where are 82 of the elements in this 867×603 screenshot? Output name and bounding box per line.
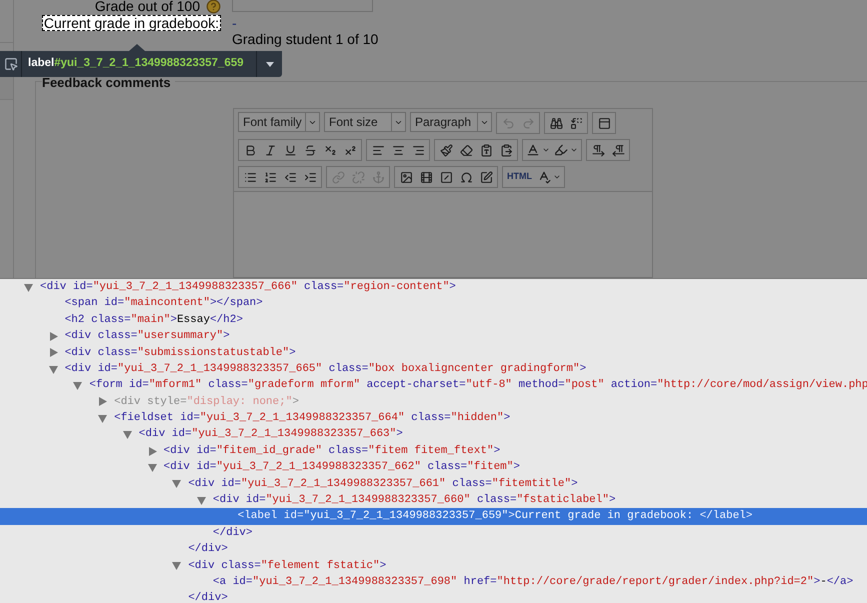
numbered-list-icon — [264, 170, 276, 184]
image-icon — [400, 170, 412, 184]
expand-triangle-icon[interactable] — [48, 348, 58, 358]
current-grade-label: Current grade in gradebook: — [42, 15, 221, 31]
caret-icon — [553, 173, 561, 181]
superscript-icon — [344, 144, 356, 156]
collapse-triangle-icon[interactable] — [122, 430, 132, 440]
collapse-triangle-icon[interactable] — [148, 462, 156, 472]
bullet-list-icon — [244, 170, 256, 184]
dom-node-line[interactable]: <div id="yui_3_7_2_1_1349988323357_663"> — [138, 426, 403, 443]
align-left-icon — [372, 144, 384, 156]
redo-icon — [522, 116, 534, 130]
dom-node-line[interactable]: <div id="yui_3_7_2_1_1349988323357_666" class="region-content"> — [40, 279, 456, 296]
grade-input[interactable] — [232, 0, 373, 12]
undo-icon — [502, 116, 514, 130]
dom-node-line[interactable]: <div id="yui_3_7_2_1_1349988323357_660" class="fstaticlabel"> — [212, 492, 616, 509]
dom-node-line[interactable]: <span id="maincontent"></span> — [64, 295, 263, 312]
collapse-triangle-icon[interactable] — [172, 479, 182, 488]
expand-triangle-icon[interactable] — [148, 446, 156, 456]
html-button[interactable]: HTML — [504, 167, 535, 187]
dom-node-line[interactable]: </div> — [212, 524, 252, 542]
grading-status: Grading student 1 of 10 — [232, 32, 378, 47]
inspector-selector: label#yui_3_7_2_1_1349988323357_659 — [27, 56, 245, 72]
caret-icon[interactable] — [266, 62, 274, 66]
eraser-icon — [460, 144, 472, 156]
highlighter-icon — [554, 143, 568, 157]
dom-node-line[interactable]: </div> — [188, 590, 228, 603]
dom-node-line[interactable]: <fieldset id="yui_3_7_2_1_1349988323357_664" class="hidden"> — [114, 410, 510, 427]
spellcheck-icon — [537, 170, 551, 184]
dom-node-line[interactable]: <div class="submissionstatustable"> — [64, 344, 296, 362]
dom-node-line[interactable]: <h2 class="main">Essay</h2> — [64, 312, 243, 328]
help-icon[interactable] — [206, 0, 221, 14]
collapse-triangle-icon[interactable] — [24, 282, 33, 292]
outdent-icon — [284, 170, 296, 184]
subscript-icon — [324, 144, 336, 156]
format-select[interactable]: Paragraph — [410, 112, 492, 132]
fullscreen-icon — [598, 116, 610, 130]
format-select[interactable]: Font size — [324, 112, 406, 132]
paste-text-icon — [480, 144, 492, 156]
align-right-icon — [412, 144, 424, 156]
collapse-triangle-icon[interactable] — [48, 364, 58, 374]
collapse-triangle-icon[interactable] — [196, 496, 206, 505]
collapse-triangle-icon[interactable] — [73, 381, 82, 390]
dom-node-line[interactable]: <a id="yui_3_7_2_1_1349988323357_698" href="http://core/grade/report/grader/index.php?id=2">-</a> — [212, 574, 854, 590]
paintbrush-icon — [440, 144, 452, 156]
link-icon — [332, 170, 344, 184]
dom-node-line[interactable]: <div id="yui_3_7_2_1_1349988323357_661" class="fitemtitle"> — [188, 476, 578, 492]
bold-icon — [244, 144, 256, 156]
dom-node-line[interactable]: <div id="fitem_id_grade" class="fitem fitem_ftext"> — [164, 442, 500, 460]
expand-triangle-icon[interactable] — [48, 332, 58, 341]
caret-icon — [542, 146, 550, 154]
unlink-icon — [352, 170, 364, 184]
caret-icon — [570, 146, 578, 154]
pilcrow-right-icon — [592, 144, 604, 156]
anchor-icon — [372, 170, 384, 184]
replace-icon — [570, 116, 582, 130]
dom-node-line[interactable]: </div> — [188, 541, 228, 558]
indent-icon — [304, 170, 316, 184]
pilcrow-left-icon — [612, 144, 624, 156]
strikethrough-icon — [304, 144, 316, 156]
nonbreaking-icon — [440, 170, 452, 184]
text-color-icon — [526, 143, 540, 157]
collapse-triangle-icon[interactable] — [172, 561, 182, 570]
collapse-triangle-icon[interactable] — [98, 414, 108, 423]
italic-icon — [264, 144, 276, 156]
rich-text-editor[interactable]: Font family Font size Paragraph HTML — [233, 108, 653, 278]
current-grade-link[interactable]: - — [232, 12, 237, 34]
dom-node-line[interactable]: <div class="usersummary"> — [64, 328, 230, 345]
dom-node-line[interactable]: <div id="yui_3_7_2_1_1349988323357_662" class="fitem"> — [164, 459, 520, 476]
expand-triangle-icon[interactable] — [98, 397, 108, 406]
underline-icon — [284, 144, 296, 156]
paste-icon — [500, 144, 512, 156]
omega-icon — [460, 170, 472, 184]
format-select[interactable]: Font family — [238, 112, 320, 132]
edit-table-icon — [480, 170, 492, 184]
find-icon — [550, 116, 562, 130]
dom-node-line[interactable]: <div class="felement fstatic"> — [188, 558, 386, 574]
film-icon — [420, 170, 432, 184]
dom-node-line[interactable]: <div id="yui_3_7_2_1_1349988323357_665" class="box boxaligncenter gradingform"> — [64, 360, 586, 378]
select-element-icon[interactable] — [4, 57, 18, 71]
grade-label: Grade out of 100 — [94, 0, 200, 14]
align-center-icon — [392, 144, 404, 156]
